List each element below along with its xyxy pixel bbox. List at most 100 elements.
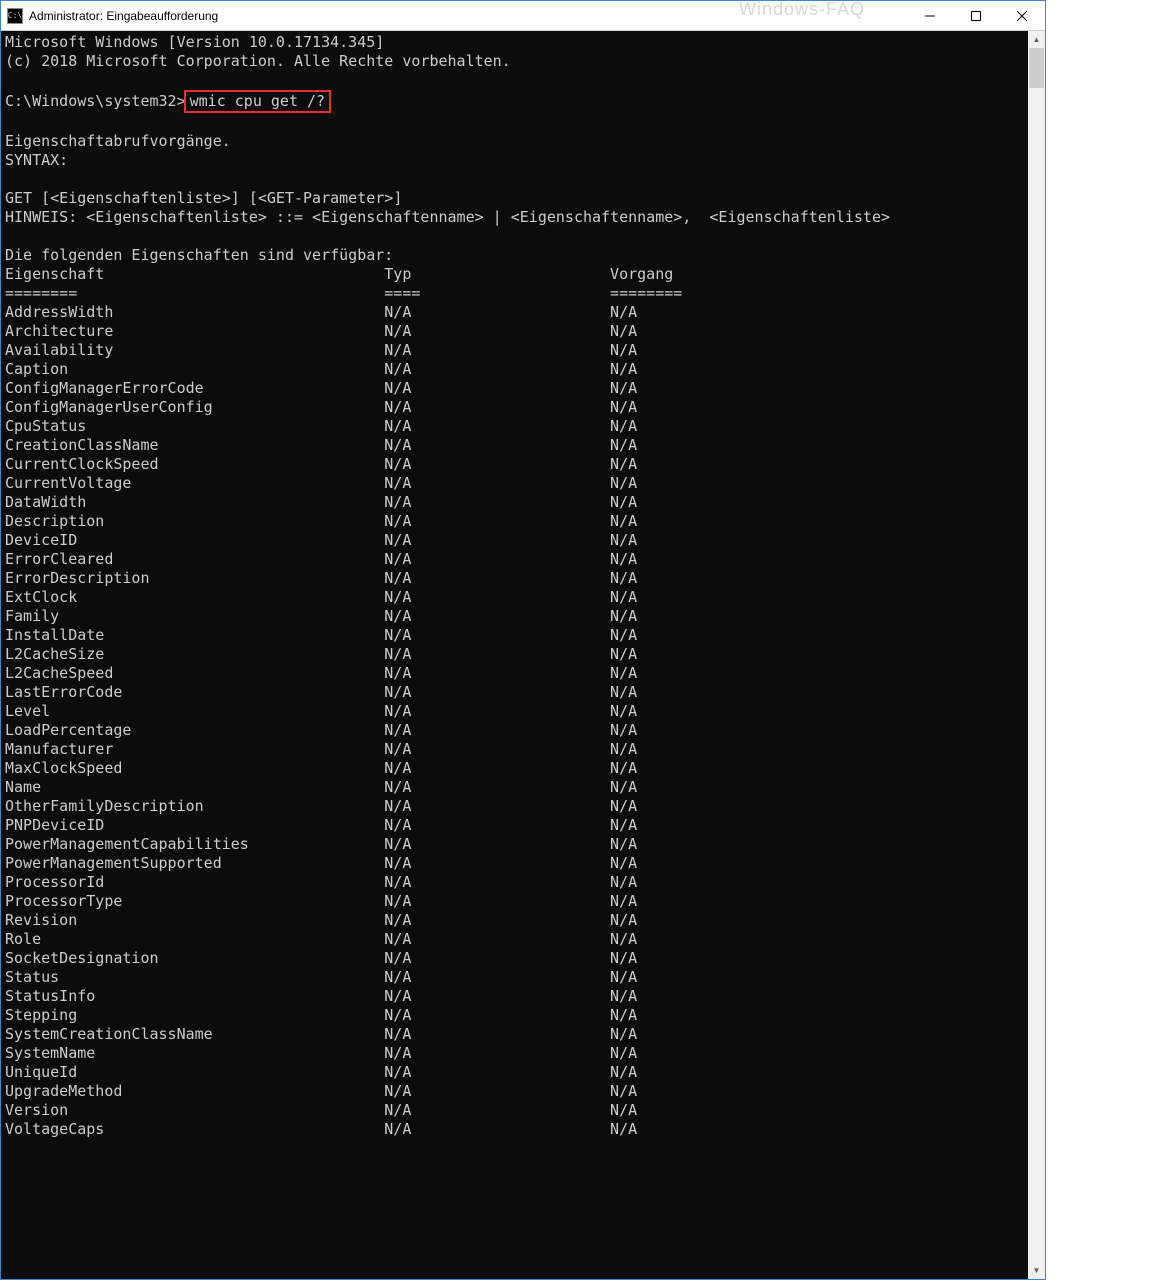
col-property: VoltageCaps [5,1120,384,1139]
col-property: ErrorDescription [5,569,384,588]
col-operation: ======== [610,284,682,303]
col-type: N/A [384,341,610,360]
scroll-thumb[interactable] [1029,48,1044,88]
col-property: L2CacheSize [5,645,384,664]
col-type: N/A [384,835,610,854]
console-output[interactable]: Microsoft Windows [Version 10.0.17134.34… [1,31,1028,1279]
col-operation: N/A [610,1120,637,1139]
col-property: PowerManagementSupported [5,854,384,873]
col-type: N/A [384,797,610,816]
col-property: ProcessorType [5,892,384,911]
col-property: ======== [5,284,384,303]
col-operation: N/A [610,588,637,607]
col-property: MaxClockSpeed [5,759,384,778]
col-operation: N/A [610,930,637,949]
col-operation: N/A [610,436,637,455]
col-operation: N/A [610,759,637,778]
col-operation: N/A [610,816,637,835]
col-type: N/A [384,873,610,892]
col-property: Stepping [5,1006,384,1025]
col-property: DataWidth [5,493,384,512]
col-type: N/A [384,569,610,588]
col-type: N/A [384,531,610,550]
col-operation: N/A [610,512,637,531]
col-property: ConfigManagerUserConfig [5,398,384,417]
col-operation: N/A [610,778,637,797]
col-property: InstallDate [5,626,384,645]
col-property: ExtClock [5,588,384,607]
col-property: Revision [5,911,384,930]
col-type: N/A [384,455,610,474]
col-type: N/A [384,759,610,778]
col-property: ConfigManagerErrorCode [5,379,384,398]
table-row: MaxClockSpeedN/AN/A [5,759,1024,778]
table-row: UniqueIdN/AN/A [5,1063,1024,1082]
table-row: StatusInfoN/AN/A [5,987,1024,1006]
table-header: EigenschaftTypVorgang [5,265,1024,284]
table-row: SteppingN/AN/A [5,1006,1024,1025]
col-operation: N/A [610,702,637,721]
col-operation: N/A [610,683,637,702]
col-type: N/A [384,778,610,797]
col-operation: N/A [610,949,637,968]
version-line: Microsoft Windows [Version 10.0.17134.34… [5,33,384,51]
table-row: ErrorDescriptionN/AN/A [5,569,1024,588]
table-row: L2CacheSizeN/AN/A [5,645,1024,664]
col-property: PNPDeviceID [5,816,384,835]
col-operation: N/A [610,303,637,322]
close-button[interactable] [999,1,1045,30]
col-property: Architecture [5,322,384,341]
table-row: RevisionN/AN/A [5,911,1024,930]
col-operation: N/A [610,1082,637,1101]
table-row: CpuStatusN/AN/A [5,417,1024,436]
command-prompt-window: C:\ Administrator: Eingabeaufforderung W… [0,0,1046,1280]
syntax-label: SYNTAX: [5,151,68,169]
col-operation: N/A [610,531,637,550]
titlebar[interactable]: C:\ Administrator: Eingabeaufforderung W… [1,1,1045,31]
table-row: L2CacheSpeedN/AN/A [5,664,1024,683]
col-property: CurrentVoltage [5,474,384,493]
table-row: SocketDesignationN/AN/A [5,949,1024,968]
scroll-down-icon[interactable]: ▼ [1028,1262,1045,1279]
col-type: N/A [384,892,610,911]
col-property: Manufacturer [5,740,384,759]
col-type: N/A [384,740,610,759]
col-property: Role [5,930,384,949]
table-underline: ==================== [5,284,1024,303]
table-row: NameN/AN/A [5,778,1024,797]
col-type: N/A [384,1063,610,1082]
col-operation: N/A [610,322,637,341]
col-property: OtherFamilyDescription [5,797,384,816]
col-type: N/A [384,683,610,702]
col-operation: N/A [610,569,637,588]
col-property: Version [5,1101,384,1120]
maximize-button[interactable] [953,1,999,30]
col-type: N/A [384,1120,610,1139]
col-property: Caption [5,360,384,379]
col-type: N/A [384,303,610,322]
minimize-button[interactable] [907,1,953,30]
scroll-up-icon[interactable]: ▲ [1028,31,1045,48]
col-type: N/A [384,968,610,987]
col-property: CurrentClockSpeed [5,455,384,474]
syntax-line: GET [<Eigenschaftenliste>] [<GET-Paramet… [5,189,402,207]
col-operation: Vorgang [610,265,673,284]
col-property: SocketDesignation [5,949,384,968]
window-title: Administrator: Eingabeaufforderung [29,9,907,23]
col-type: N/A [384,911,610,930]
col-property: StatusInfo [5,987,384,1006]
col-operation: N/A [610,474,637,493]
col-type: N/A [384,854,610,873]
table-row: OtherFamilyDescriptionN/AN/A [5,797,1024,816]
copyright-line: (c) 2018 Microsoft Corporation. Alle Rec… [5,52,511,70]
col-type: N/A [384,322,610,341]
col-operation: N/A [610,854,637,873]
vertical-scrollbar[interactable]: ▲ ▼ [1028,31,1045,1279]
col-operation: N/A [610,1044,637,1063]
table-row: VoltageCapsN/AN/A [5,1120,1024,1139]
col-type: N/A [384,493,610,512]
table-row: ArchitectureN/AN/A [5,322,1024,341]
table-row: PNPDeviceIDN/AN/A [5,816,1024,835]
col-operation: N/A [610,721,637,740]
col-operation: N/A [610,873,637,892]
